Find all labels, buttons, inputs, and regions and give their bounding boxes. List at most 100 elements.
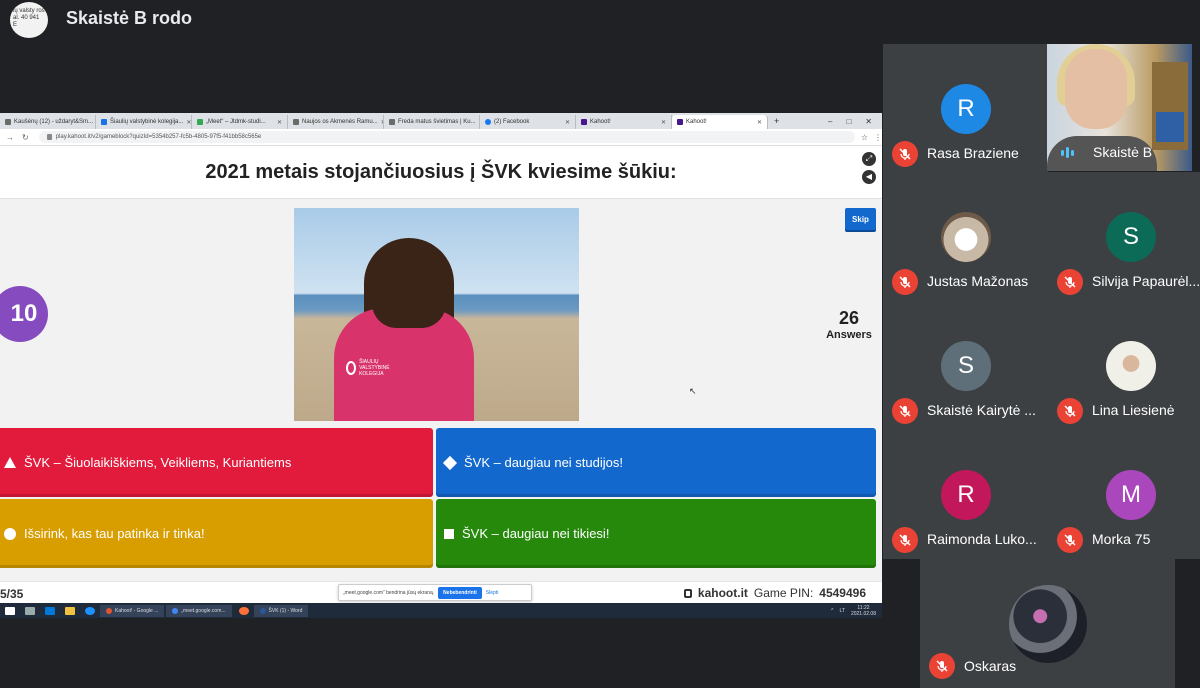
kahoot-icon bbox=[677, 119, 683, 125]
participant-tile[interactable]: Lina Liesienė bbox=[1048, 301, 1200, 430]
game-pin: 4549496 bbox=[819, 586, 866, 600]
close-icon[interactable]: ✕ bbox=[661, 119, 666, 126]
reload-icon[interactable]: ↻ bbox=[22, 133, 29, 142]
answers-count: 26 bbox=[838, 308, 860, 328]
participant-video-tile[interactable]: Skaistė B bbox=[1047, 44, 1192, 171]
firefox-icon[interactable] bbox=[238, 606, 249, 615]
question-image: ŠIAULIŲ VALSTYBINĖ KOLEGIJA bbox=[294, 208, 579, 421]
avatar: S bbox=[1106, 212, 1156, 262]
participant-name: Raimonda Luko... bbox=[927, 531, 1037, 547]
close-icon[interactable]: ✕ bbox=[186, 119, 191, 126]
screen-share-notice: „meet.google.com“ bendrina jūsų ekraną. … bbox=[338, 584, 532, 601]
participant-tile[interactable]: Oskaras bbox=[920, 559, 1175, 688]
tab-favicon-icon bbox=[101, 119, 107, 125]
share-notice-text: „meet.google.com“ bendrina jūsų ekraną. bbox=[343, 589, 435, 596]
avatar bbox=[1106, 341, 1156, 391]
star-icon[interactable]: ☆ bbox=[861, 133, 868, 142]
new-tab-icon[interactable]: + bbox=[768, 116, 785, 129]
browser-tab[interactable]: Kaušėnų (12) - uždaryt&Sm...✕ bbox=[0, 115, 96, 129]
forward-icon[interactable]: → bbox=[6, 133, 14, 142]
triangle-icon bbox=[4, 457, 16, 468]
shared-screen: Kaušėnų (12) - uždaryt&Sm...✕ Šiaulių va… bbox=[0, 113, 882, 618]
browser-tab-active[interactable]: Kahoot! ✕ bbox=[672, 115, 768, 129]
participant-name: Skaistė Kairytė ... bbox=[927, 402, 1036, 418]
participant-tile[interactable]: M Morka 75 bbox=[1048, 430, 1200, 559]
question-progress: 5/35 bbox=[0, 587, 24, 601]
browser-tab-bar: Kaušėnų (12) - uždaryt&Sm...✕ Šiaulių va… bbox=[0, 113, 882, 129]
mic-off-icon bbox=[1057, 398, 1083, 424]
clock[interactable]: 11:22 2021.02.08 bbox=[851, 605, 876, 617]
answer-option-square[interactable]: ŠVK – daugiau nei tikiesi! bbox=[436, 499, 876, 568]
participant-name: Silvija Papaurėl... bbox=[1092, 273, 1200, 289]
answer-option-diamond[interactable]: ŠVK – daugiau nei studijos! bbox=[436, 428, 876, 497]
tab-favicon-icon bbox=[5, 119, 11, 125]
browser-tab[interactable]: Šiaulių valstybinė kolegija... ✕ bbox=[96, 115, 192, 129]
mic-off-icon bbox=[929, 653, 955, 679]
participant-tile[interactable]: R Raimonda Luko... bbox=[883, 430, 1048, 559]
avatar bbox=[941, 212, 991, 262]
kahoot-icon bbox=[581, 119, 587, 125]
close-icon[interactable]: ✕ bbox=[277, 119, 282, 126]
presenter-avatar[interactable]: ių valsty ros al. 40 941 E bbox=[10, 2, 48, 38]
mail-icon[interactable] bbox=[45, 606, 55, 615]
answer-option-circle[interactable]: Išsirink, kas tau patinka ir tinka! bbox=[0, 499, 433, 568]
mic-off-icon bbox=[892, 269, 918, 295]
question-title: 2021 metais stojančiuosius į ŠVK kviesim… bbox=[205, 160, 677, 183]
taskbar-app[interactable]: „meet.google.com... bbox=[166, 604, 232, 617]
close-icon[interactable]: ✕ bbox=[565, 119, 570, 126]
browser-tab[interactable]: Kahoot! ✕ bbox=[576, 115, 672, 129]
kahoot-game: 2021 metais stojančiuosius į ŠVK kviesim… bbox=[0, 146, 882, 581]
url-field[interactable]: play.kahoot.it/v2/gameblock?quizId=5354b… bbox=[38, 131, 855, 143]
menu-icon[interactable]: ⋮ bbox=[874, 133, 882, 142]
language-indicator[interactable]: LT bbox=[840, 608, 845, 614]
skip-button[interactable]: Skip bbox=[845, 208, 876, 230]
chrome-icon bbox=[106, 607, 112, 614]
tray-chevron-icon[interactable]: ^ bbox=[831, 608, 833, 614]
answer-option-triangle[interactable]: ŠVK – Šiuolaikiškiems, Veikliems, Kurian… bbox=[0, 428, 433, 497]
avatar: M bbox=[1106, 470, 1156, 520]
square-icon bbox=[444, 528, 454, 539]
avatar: R bbox=[941, 84, 991, 134]
participant-name: Skaistė B bbox=[1093, 144, 1153, 160]
participant-name: Oskaras bbox=[964, 658, 1017, 674]
window-controls: – □ ✕ bbox=[818, 117, 882, 129]
search-icon[interactable] bbox=[5, 606, 15, 615]
answers-label: Answers bbox=[826, 329, 872, 341]
browser-tab[interactable]: Freda matus švietimas | Ku...✕ bbox=[384, 115, 480, 129]
task-view-icon[interactable] bbox=[25, 606, 35, 615]
taskbar-app[interactable]: Kahoot! - Google ... bbox=[100, 604, 165, 617]
diamond-icon bbox=[442, 455, 458, 470]
close-icon[interactable]: ✕ bbox=[757, 119, 762, 126]
question-header: 2021 metais stojančiuosius į ŠVK kviesim… bbox=[0, 146, 882, 199]
sound-icon[interactable]: ◀ bbox=[862, 170, 876, 184]
participant-tile[interactable]: S Silvija Papaurėl... bbox=[1048, 172, 1200, 301]
stop-sharing-button[interactable]: Nebebendrinti bbox=[438, 586, 482, 599]
kahoot-brand: kahoot.it Game PIN: 4549496 bbox=[683, 586, 866, 600]
browser-tab[interactable]: (2) Facebook ✕ bbox=[480, 115, 576, 129]
browser-tab[interactable]: „Meet“ – Jtdmk-studi... ✕ bbox=[192, 115, 288, 129]
speaking-indicator-icon bbox=[1061, 147, 1074, 158]
taskbar-app[interactable]: ŠVK (1) - Word bbox=[253, 604, 309, 617]
participant-name: Lina Liesienė bbox=[1092, 402, 1175, 418]
folder-icon[interactable] bbox=[65, 606, 75, 615]
participant-tile[interactable]: R Rasa Braziene bbox=[883, 44, 1048, 173]
hide-notice-button[interactable]: Slėpti bbox=[486, 590, 499, 596]
close-window-icon[interactable]: ✕ bbox=[865, 117, 872, 126]
browser-tab[interactable]: Naujos os Akmenės Ramu...✕ bbox=[288, 115, 384, 129]
tab-favicon-icon bbox=[293, 119, 299, 125]
participant-tile[interactable]: S Skaistė Kairytė ... bbox=[883, 301, 1048, 430]
meet-window: ių valsty ros al. 40 941 E Skaistė B rod… bbox=[0, 0, 1200, 688]
mouse-cursor-icon: ↖ bbox=[689, 386, 697, 396]
facebook-icon bbox=[485, 119, 491, 125]
participant-tile[interactable]: Justas Mažonas bbox=[883, 172, 1048, 301]
minimize-icon[interactable]: – bbox=[828, 117, 832, 126]
mic-off-icon bbox=[892, 398, 918, 424]
edge-icon[interactable] bbox=[85, 606, 95, 615]
maximize-icon[interactable]: □ bbox=[846, 117, 851, 126]
word-icon bbox=[259, 607, 266, 614]
participant-name: Morka 75 bbox=[1092, 531, 1151, 547]
fullscreen-icon[interactable]: ⤢ bbox=[862, 152, 876, 166]
chrome-icon bbox=[172, 607, 179, 614]
mic-off-icon bbox=[1057, 269, 1083, 295]
mic-off-icon bbox=[892, 527, 918, 553]
